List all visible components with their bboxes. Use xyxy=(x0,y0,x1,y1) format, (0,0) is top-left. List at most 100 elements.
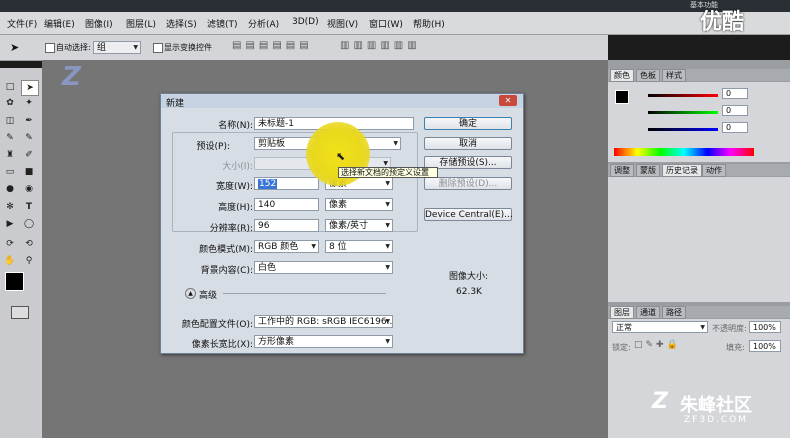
menu-analysis[interactable]: 分析(A) xyxy=(248,17,279,30)
menu-window[interactable]: 窗口(W) xyxy=(369,17,403,30)
blue-value[interactable]: 0 xyxy=(722,122,748,133)
opacity-label: 不透明度: xyxy=(712,324,747,333)
color-profile-dropdown[interactable]: 工作中的 RGB: sRGB IEC6196... xyxy=(254,315,393,328)
lasso-tool-icon[interactable]: ✿ xyxy=(2,96,18,110)
color-mode-dropdown[interactable]: RGB 颜色 xyxy=(254,240,319,253)
magic-wand-icon[interactable]: ✦ xyxy=(21,96,37,110)
menu-help[interactable]: 帮助(H) xyxy=(413,17,445,30)
move-tool-icon[interactable]: ➤ xyxy=(10,41,19,54)
foreground-color-swatch[interactable] xyxy=(5,272,24,291)
tab-layers[interactable]: 图层 xyxy=(610,306,634,319)
fill-input[interactable]: 100% xyxy=(749,340,781,352)
tab-adjustments[interactable]: 调整 xyxy=(610,164,634,177)
shape-tool-icon[interactable]: ◯ xyxy=(21,217,37,231)
auto-select-checkbox[interactable] xyxy=(45,43,55,53)
close-icon[interactable]: ✕ xyxy=(499,95,517,106)
eyedropper-icon[interactable]: ✒ xyxy=(21,114,37,128)
device-central-button[interactable]: Device Central(E)... xyxy=(424,208,513,221)
red-slider[interactable] xyxy=(648,94,718,97)
tab-masks[interactable]: 蒙版 xyxy=(636,164,660,177)
bit-depth-dropdown[interactable]: 8 位 xyxy=(325,240,393,253)
auto-select-label: 自动选择: xyxy=(56,43,91,52)
color-mode-label: 颜色模式(M): xyxy=(199,245,253,255)
eraser-tool-icon[interactable]: ▭ xyxy=(2,165,18,179)
menu-3d[interactable]: 3D(D) xyxy=(292,17,319,27)
delete-preset-button[interactable]: 删除预设(D)... xyxy=(424,177,512,190)
path-select-icon[interactable]: ▶ xyxy=(2,217,18,231)
distribute-icons[interactable]: ▥▥▥▥▥▥ xyxy=(340,40,421,51)
advanced-toggle-icon[interactable]: ▲ xyxy=(185,288,196,299)
tab-actions[interactable]: 动作 xyxy=(702,164,726,177)
toolbox: □ ➤ ✿ ✦ ◫ ✒ ✎ ✎ ♜ ✐ ▭ ■ ● ◉ ✻ T ▶ ◯ ⟳ ⟲ … xyxy=(0,68,43,438)
blend-mode-dropdown[interactable]: 正常 xyxy=(612,321,708,333)
pixel-aspect-dropdown[interactable]: 方形像素 xyxy=(254,335,393,348)
crop-tool-icon[interactable]: ◫ xyxy=(2,114,18,128)
brush-tool-icon[interactable]: ✎ xyxy=(21,131,37,145)
advanced-divider xyxy=(223,293,386,294)
move-tool-icon[interactable]: ➤ xyxy=(21,80,39,96)
menu-file[interactable]: 文件(F) xyxy=(7,17,37,30)
tab-history[interactable]: 历史记录 xyxy=(662,164,702,177)
tab-color[interactable]: 颜色 xyxy=(610,69,634,82)
image-size-value: 62.3K xyxy=(456,287,482,297)
green-value[interactable]: 0 xyxy=(722,105,748,116)
panel-fg-swatch[interactable] xyxy=(615,90,629,104)
height-label: 高度(H): xyxy=(218,203,253,213)
show-transform-checkbox[interactable] xyxy=(153,43,163,53)
advanced-label[interactable]: 高级 xyxy=(199,288,217,301)
lock-icons[interactable]: □✎✚🔒 xyxy=(634,340,681,350)
3d-rotate-icon[interactable]: ⟳ xyxy=(2,237,18,251)
tab-paths[interactable]: 路径 xyxy=(662,306,686,319)
color-spectrum-bar[interactable] xyxy=(614,148,754,156)
history-brush-icon[interactable]: ✐ xyxy=(21,148,37,162)
blue-slider[interactable] xyxy=(648,128,718,131)
height-input[interactable]: 140 xyxy=(254,198,319,211)
type-tool-icon[interactable]: T xyxy=(21,200,37,214)
quick-mask-icon[interactable] xyxy=(11,306,29,319)
ok-button[interactable]: 确定 xyxy=(424,117,512,130)
blur-tool-icon[interactable]: ● xyxy=(2,182,18,196)
resolution-label: 分辨率(R): xyxy=(209,224,253,234)
pixel-aspect-label: 像素长宽比(X): xyxy=(191,340,253,350)
green-slider[interactable] xyxy=(648,111,718,114)
menu-filter[interactable]: 滤镜(T) xyxy=(207,17,238,30)
menu-image[interactable]: 图像(I) xyxy=(85,17,113,30)
resolution-input[interactable]: 96 xyxy=(254,219,319,232)
red-value[interactable]: 0 xyxy=(722,88,748,99)
3d-orbit-icon[interactable]: ⟲ xyxy=(21,237,37,251)
align-icons[interactable]: ▤▤▤▤▤▤ xyxy=(232,40,313,51)
cancel-button[interactable]: 取消 xyxy=(424,137,512,150)
menu-edit[interactable]: 编辑(E) xyxy=(44,17,75,30)
watermark-brand: 朱峰社区 xyxy=(680,395,752,416)
dialog-titlebar: 新建 ✕ xyxy=(161,94,523,109)
video-watermark: 优酷 xyxy=(700,10,745,35)
dodge-tool-icon[interactable]: ◉ xyxy=(21,182,37,196)
marquee-tool-icon[interactable]: □ xyxy=(2,80,18,94)
menu-bar: 文件(F) 编辑(E) 图像(I) 图层(L) 选择(S) 滤镜(T) 分析(A… xyxy=(0,10,790,35)
zoom-tool-icon[interactable]: ⚲ xyxy=(21,254,37,268)
right-panel-dock: 颜色 色板 样式 0 0 0 调整 蒙版 历史记录 动作 图层 通道 路径 正常… xyxy=(608,60,790,438)
gradient-tool-icon[interactable]: ■ xyxy=(21,165,37,179)
hand-tool-icon[interactable]: ✋ xyxy=(2,254,18,268)
fill-label: 填充: xyxy=(726,343,745,352)
menu-view[interactable]: 视图(V) xyxy=(327,17,358,30)
width-input[interactable]: 152 xyxy=(254,177,319,190)
menu-layer[interactable]: 图层(L) xyxy=(126,17,156,30)
name-label: 名称(N): xyxy=(218,121,253,131)
height-unit-dropdown[interactable]: 像素 xyxy=(325,198,393,211)
resolution-unit-dropdown[interactable]: 像素/英寸 xyxy=(325,219,393,232)
healing-brush-icon[interactable]: ✎ xyxy=(2,131,18,145)
tab-swatches[interactable]: 色板 xyxy=(636,69,660,82)
layers-panel-tabbar: 图层 通道 路径 xyxy=(608,306,790,319)
clone-stamp-icon[interactable]: ♜ xyxy=(2,148,18,162)
tab-styles[interactable]: 样式 xyxy=(662,69,686,82)
menu-select[interactable]: 选择(S) xyxy=(166,17,197,30)
opacity-input[interactable]: 100% xyxy=(749,321,781,333)
tab-channels[interactable]: 通道 xyxy=(636,306,660,319)
pen-tool-icon[interactable]: ✻ xyxy=(2,200,18,214)
options-bar: ➤ 自动选择: 组 显示变换控件 ▤▤▤▤▤▤ ▥▥▥▥▥▥ xyxy=(0,35,608,61)
background-dropdown[interactable]: 白色 xyxy=(254,261,393,274)
watermark-z-icon: Z xyxy=(652,389,668,414)
auto-select-dropdown[interactable]: 组 xyxy=(93,41,141,54)
image-size-label: 图像大小: xyxy=(449,272,489,282)
